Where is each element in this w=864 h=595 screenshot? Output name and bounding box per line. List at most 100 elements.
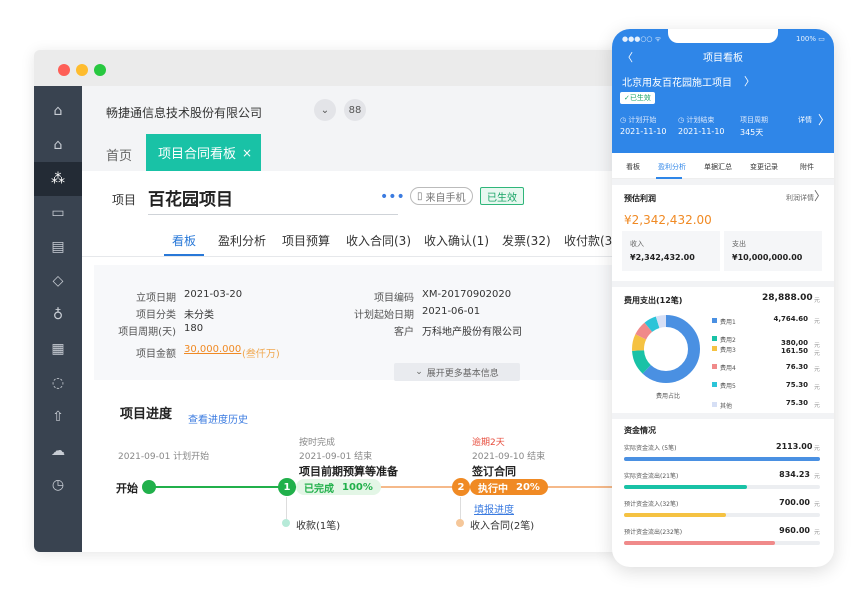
funds-row-label: 预计资金流入(32笔) (624, 501, 679, 508)
unit-label: 元 (814, 297, 821, 304)
plan-start-value: 2021-06-01 (422, 306, 481, 317)
upload-icon[interactable]: ⇧ (34, 400, 82, 434)
chevron-down-icon[interactable]: ⌄ (314, 99, 336, 121)
cloud-icon[interactable]: ☁ (34, 434, 82, 468)
detail-link[interactable]: 详情 (798, 115, 812, 125)
subtab-board[interactable]: 看板 (172, 232, 196, 249)
funds-row-value: 834.23 (779, 470, 810, 479)
phone-tab-changes[interactable]: 变更记录 (750, 162, 778, 172)
unit-label: 元 (814, 402, 821, 409)
funds-bar-track (624, 541, 820, 545)
more-options-button[interactable]: ••• (380, 189, 405, 205)
org-icon[interactable]: ⁂ (34, 162, 82, 196)
step2-sub-label: 收入合同(2笔) (470, 521, 535, 532)
subtab-profit-analysis[interactable]: 盈利分析 (218, 232, 266, 249)
unit-label: 元 (814, 350, 821, 357)
project-progress-card: 项目进度 查看进度历史 2021-09-01 计划开始 按时完成 2021-09… (94, 385, 620, 552)
step2-top-note: 逾期2天 (472, 438, 505, 448)
document-icon[interactable]: ▦ (34, 332, 82, 366)
minimize-window-button[interactable] (76, 64, 88, 76)
subtab-project-budget[interactable]: 项目预算 (282, 232, 330, 249)
step2-branch-line (460, 497, 461, 521)
funds-bar-fill (624, 485, 748, 489)
unit-label: 元 (814, 366, 821, 373)
signal-icon: ●●●○○ ᯤ (622, 35, 662, 43)
step2-percent: 20% (516, 481, 540, 493)
layout-icon[interactable]: ▤ (34, 230, 82, 264)
chevron-right-icon[interactable]: 〉 (744, 73, 755, 89)
expand-info-label: 展开更多基本信息 (426, 368, 499, 379)
unit-label: 元 (814, 318, 821, 325)
funds-row-value: 960.00 (779, 526, 810, 535)
period-value: 180 (184, 323, 204, 334)
funds-bar-track (624, 513, 820, 517)
progress-history-link[interactable]: 查看进度历史 (188, 411, 248, 426)
company-bar: 畅捷通信息技术股份有限公司 ⌄ 88 (82, 86, 620, 134)
step2-title: 签订合同 (472, 465, 516, 478)
phone-status-badge: ✓ 已生效 (620, 92, 655, 104)
legend-label: 其他 (720, 403, 733, 410)
legend-swatch (712, 336, 717, 341)
step1-sub-label: 收款(1笔) (296, 521, 341, 532)
subtab-income-contract[interactable]: 收入合同(3) (346, 232, 411, 249)
truck-icon[interactable]: ▭ (34, 196, 82, 230)
basic-info-card: 立项日期 2021-03-20 项目分类 未分类 项目周期(天) 180 项目金… (94, 265, 620, 381)
battery-icon: 100% ▭ (796, 35, 825, 43)
legend-value: 75.30 (785, 381, 808, 389)
phone-title: 项目看板 (703, 53, 743, 64)
funds-row-label: 实际资金流出(21笔) (624, 473, 679, 480)
company-name[interactable]: 畅捷通信息技术股份有限公司 (106, 104, 262, 121)
phone-header: ●●●○○ ᯤ 100% ▭ 〈 项目看板 北京用友百花园施工项目 〉 ✓ 已生效… (612, 29, 834, 153)
home-icon[interactable]: ⌂ (34, 94, 82, 128)
phone-tab-profit[interactable]: 盈利分析 (658, 162, 686, 172)
start-date-value: 2021-03-20 (184, 289, 243, 300)
legend-label: 费用1 (720, 319, 736, 326)
history-icon[interactable]: ◷ (34, 468, 82, 502)
profit-detail-link[interactable]: 利润详情 (786, 193, 814, 203)
step2-sub-dot (456, 519, 464, 527)
side-rail: ⌂ ⌂ ⁂ ▭ ▤ ◇ ♁ ▦ ◌ ⇧ ☁ ◷ (34, 86, 82, 552)
subtab-income-confirm[interactable]: 收入确认(1) (424, 232, 489, 249)
step2-status-pill: 执行中 20% (470, 479, 548, 495)
chevron-right-icon[interactable]: 〉 (814, 187, 826, 204)
amount-value[interactable]: 30,000.000 (184, 344, 241, 355)
category-label: 项目分类 (136, 310, 176, 321)
tab-label: 项目合同看板 (158, 147, 237, 162)
legend-label: 费用5 (720, 383, 736, 390)
phone-tab-board[interactable]: 看板 (626, 162, 640, 172)
close-window-button[interactable] (58, 64, 70, 76)
phone-project-name[interactable]: 北京用友百花园施工项目 (622, 74, 732, 89)
tag-icon[interactable]: ◇ (34, 264, 82, 298)
meta-period-value: 345天 (740, 128, 764, 137)
legend-swatch (712, 364, 717, 369)
step1-state: 已完成 (304, 483, 334, 495)
amount-label: 项目金额 (136, 349, 176, 360)
expense-donut-chart (632, 315, 700, 383)
project-label: 项目 (112, 193, 137, 207)
legend-swatch (712, 382, 717, 387)
tab-home[interactable]: 首页 (106, 145, 132, 164)
funds-title: 资金情况 (624, 426, 656, 435)
phone-tab-attachments[interactable]: 附件 (800, 162, 814, 172)
legend-label: 费用3 (720, 347, 736, 354)
section-separator (612, 179, 834, 185)
close-icon[interactable]: × (242, 146, 252, 160)
building-icon[interactable]: ⌂ (34, 128, 82, 162)
marketing-composite: ⌂ ⌂ ⁂ ▭ ▤ ◇ ♁ ▦ ◌ ⇧ ☁ ◷ 畅捷通信息技术股份有限公司 ⌄ … (0, 0, 864, 595)
chevron-right-icon[interactable]: 〉 (818, 111, 830, 128)
expand-info-button[interactable]: ⌄ 展开更多基本信息 (394, 363, 520, 381)
cycle-icon[interactable]: ◌ (34, 366, 82, 400)
phone-tab-docs[interactable]: 单据汇总 (704, 162, 732, 172)
subtab-underline (164, 254, 204, 256)
legend-value: 161.50 (780, 347, 808, 355)
grid-icon[interactable]: 88 (344, 99, 366, 121)
meta-plan-end-label-text: 计划结束 (686, 116, 715, 124)
user-icon[interactable]: ♁ (34, 298, 82, 332)
step1-top-note: 按时完成 (299, 438, 336, 448)
subtab-invoice[interactable]: 发票(32) (502, 232, 551, 249)
maximize-window-button[interactable] (94, 64, 106, 76)
report-progress-link[interactable]: 填报进度 (474, 501, 514, 516)
phone-status-label: 已生效 (629, 94, 651, 102)
expense-box: 支出 ¥10,000,000.00 (724, 231, 822, 271)
tab-project-contract-board[interactable]: 项目合同看板 × (146, 134, 261, 171)
